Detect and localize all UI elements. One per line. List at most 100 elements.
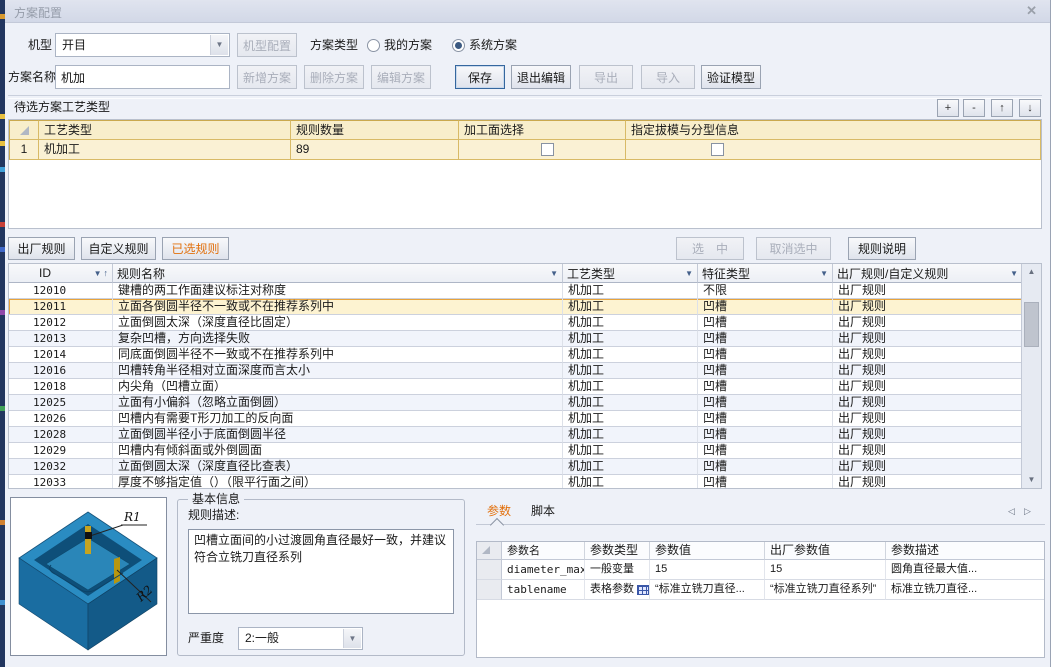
radio-system-scheme-label[interactable]: 系统方案 (469, 33, 517, 57)
table-row[interactable]: 12029凹槽内有倾斜面或外倒圆面机加工凹槽出厂规则 (9, 443, 1041, 459)
cell: 出厂规则 (833, 459, 1023, 475)
cell: 出厂规则 (833, 379, 1023, 395)
param-row[interactable]: tablename表格参数“标准立铣刀直径...“标准立铣刀直径系列”标准立铣刀… (477, 580, 1044, 600)
exit-edit-button[interactable]: 退出编辑 (511, 65, 571, 89)
cell: 立面各倒圆半径不一致或不在推荐系列中 (113, 299, 563, 315)
process-table-row[interactable]: 1 机加工 89 (9, 140, 1041, 160)
cell: 机加工 (563, 411, 698, 427)
tab-nav-next-icon[interactable]: ▷ (1024, 504, 1031, 518)
mold-info-checkbox[interactable] (711, 143, 724, 156)
severity-combo[interactable]: 2:一般 ▼ (238, 627, 363, 650)
scroll-thumb[interactable] (1024, 302, 1039, 347)
cell: 出厂规则 (833, 411, 1023, 427)
scheme-name-input[interactable] (55, 65, 230, 89)
cell: 厚度不够指定值（）（限平行面之间） (113, 475, 563, 489)
table-row[interactable]: 12033厚度不够指定值（）（限平行面之间）机加工凹槽出厂规则 (9, 475, 1041, 489)
cell: 圆角直径最大值... (886, 560, 1044, 580)
radio-system-scheme[interactable] (452, 39, 465, 52)
cell: 凹槽 (698, 427, 833, 443)
cell: 凹槽转角半径相对立面深度而言太小 (113, 363, 563, 379)
scheme-name-label: 方案名称 (8, 65, 56, 89)
table-row[interactable]: 12016凹槽转角半径相对立面深度而言太小机加工凹槽出厂规则 (9, 363, 1041, 379)
col-param-desc[interactable]: 参数描述 (886, 542, 1044, 560)
factory-rules-button[interactable]: 出厂规则 (8, 237, 75, 260)
selected-rules-button[interactable]: 已选规则 (162, 237, 229, 260)
table-row[interactable]: 12028立面倒圆半径小于底面倒圆半径机加工凹槽出厂规则 (9, 427, 1041, 443)
table-row[interactable]: 12013复杂凹槽，方向选择失败机加工凹槽出厂规则 (9, 331, 1041, 347)
col-rule-name[interactable]: 规则名称 ▼ (113, 264, 563, 283)
delete-scheme-button[interactable]: 删除方案 (304, 65, 364, 89)
radio-my-scheme[interactable] (367, 39, 380, 52)
scroll-up-icon[interactable]: ▲ (1022, 264, 1041, 280)
custom-rules-button[interactable]: 自定义规则 (81, 237, 156, 260)
table-row[interactable]: 12011立面各倒圆半径不一致或不在推荐系列中机加工凹槽出厂规则 (9, 299, 1041, 315)
col-rule-count[interactable]: 规则数量 (291, 120, 459, 140)
cell: 内尖角（凹槽立面） (113, 379, 563, 395)
col-process-type[interactable]: 工艺类型 (39, 120, 291, 140)
cell: diameter_max (502, 560, 585, 580)
table-row[interactable]: 12018内尖角（凹槽立面）机加工凹槽出厂规则 (9, 379, 1041, 395)
unpick-button[interactable]: 取消选中 (756, 237, 831, 260)
col-source[interactable]: 出厂规则/自定义规则 ▼ (833, 264, 1023, 283)
tab-script[interactable]: 脚本 (531, 501, 555, 521)
add-row-button[interactable]: + (937, 99, 959, 117)
face-select-checkbox[interactable] (541, 143, 554, 156)
close-icon[interactable]: ✕ (1026, 3, 1037, 19)
col-param-type[interactable]: 参数类型 (585, 542, 650, 560)
table-row[interactable]: 12026凹槽内有需要T形刀加工的反向面机加工凹槽出厂规则 (9, 411, 1041, 427)
scroll-down-icon[interactable]: ▼ (1022, 472, 1041, 488)
tab-params[interactable]: 参数 (487, 501, 511, 521)
background-app-edge (0, 0, 5, 667)
col-mold-info[interactable]: 指定拔模与分型信息 (626, 120, 1041, 140)
table-row[interactable]: 12014同底面倒圆半径不一致或不在推荐系列中机加工凹槽出厂规则 (9, 347, 1041, 363)
move-up-button[interactable]: ↑ (991, 99, 1013, 117)
import-button[interactable]: 导入 (641, 65, 695, 89)
tab-nav-prev-icon[interactable]: ◁ (1008, 504, 1015, 518)
edit-scheme-button[interactable]: 编辑方案 (371, 65, 431, 89)
col-process[interactable]: 工艺类型 ▼ (563, 264, 698, 283)
machine-type-combo[interactable]: 开目 ▼ (55, 33, 230, 57)
move-down-button[interactable]: ↓ (1019, 99, 1041, 117)
validate-model-button[interactable]: 验证模型 (701, 65, 761, 89)
filter-icon[interactable]: ▼ (820, 269, 828, 278)
pick-button[interactable]: 选 中 (676, 237, 744, 260)
cell: 键槽的两工作面建议标注对称度 (113, 283, 563, 299)
col-id[interactable]: ID ▼ ↑ (9, 264, 113, 283)
cell: 一般变量 (585, 560, 650, 580)
save-button[interactable]: 保存 (455, 65, 505, 89)
rules-scrollbar[interactable]: ▲ ▼ (1021, 264, 1041, 488)
cell: 机加工 (563, 475, 698, 489)
add-scheme-button[interactable]: 新增方案 (237, 65, 297, 89)
process-section-title: 待选方案工艺类型 (14, 98, 110, 116)
col-param-name[interactable]: 参数名 (502, 542, 585, 560)
table-row[interactable]: 12032立面倒圆太深（深度直径比查表）机加工凹槽出厂规则 (9, 459, 1041, 475)
filter-icon[interactable]: ▼ (94, 269, 102, 278)
basic-info-title: 基本信息 (188, 492, 244, 506)
chevron-down-icon[interactable]: ▼ (343, 629, 361, 648)
param-row[interactable]: diameter_max一般变量1515圆角直径最大值... (477, 560, 1044, 580)
remove-row-button[interactable]: - (963, 99, 985, 117)
cell: 15 (650, 560, 765, 580)
export-button[interactable]: 导出 (579, 65, 633, 89)
process-type-table: 工艺类型 规则数量 加工面选择 指定拔模与分型信息 1 机加工 89 (8, 119, 1042, 229)
rule-description-text[interactable]: 凹槽立面间的小过渡圆角直径最好一致，并建议符合立铣刀直径系列 (188, 529, 454, 614)
filter-icon[interactable]: ▼ (685, 269, 693, 278)
col-param-value[interactable]: 参数值 (650, 542, 765, 560)
table-row[interactable]: 12012立面倒圆太深（深度直径比固定）机加工凹槽出厂规则 (9, 315, 1041, 331)
rule-info-button[interactable]: 规则说明 (848, 237, 916, 260)
pocket-3d-image: R1 R2 (11, 498, 166, 655)
table-row[interactable]: 12025立面有小偏斜（忽略立面倒圆）机加工凹槽出厂规则 (9, 395, 1041, 411)
machine-config-button[interactable]: 机型配置 (237, 33, 297, 57)
cell: 机加工 (563, 363, 698, 379)
col-face-select[interactable]: 加工面选择 (459, 120, 626, 140)
radio-my-scheme-label[interactable]: 我的方案 (384, 33, 432, 57)
col-feature[interactable]: 特征类型 ▼ (698, 264, 833, 283)
table-row[interactable]: 12010键槽的两工作面建议标注对称度机加工不限出厂规则 (9, 283, 1041, 299)
cell: 机加工 (563, 443, 698, 459)
cell: 凹槽 (698, 395, 833, 411)
col-factory-value[interactable]: 出厂参数值 (765, 542, 886, 560)
filter-icon[interactable]: ▼ (550, 269, 558, 278)
chevron-down-icon[interactable]: ▼ (210, 35, 228, 55)
strip-icon (0, 406, 5, 411)
filter-icon[interactable]: ▼ (1010, 269, 1018, 278)
